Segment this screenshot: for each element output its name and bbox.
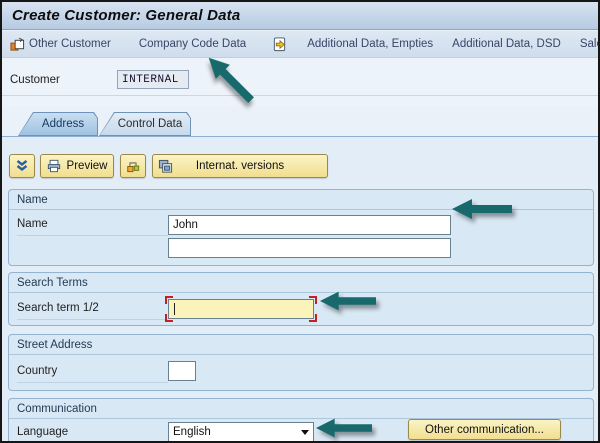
language-label: Language xyxy=(17,426,68,438)
chevron-down-icon xyxy=(301,430,309,435)
customer-header-area: Customer INTERNAL xyxy=(2,58,598,106)
toolbar-item-additional-data-dsd[interactable]: Additional Data, DSD xyxy=(452,38,561,50)
search-term-input[interactable] xyxy=(168,299,314,319)
page-title: Create Customer: General Data xyxy=(12,7,240,24)
name-field-label: Name xyxy=(17,218,48,230)
language-dropdown[interactable]: English xyxy=(168,422,314,442)
toolbar-item-label: Sales xyxy=(580,38,600,50)
section-search-terms: Search Terms Search term 1/2 xyxy=(8,272,594,326)
copy-versions-icon xyxy=(158,159,173,174)
customer-field[interactable]: INTERNAL xyxy=(117,70,189,89)
row-underline xyxy=(17,319,168,320)
focus-bracket xyxy=(309,296,317,304)
row-underline xyxy=(17,235,168,236)
sap-window: Create Customer: General Data Other Cust… xyxy=(0,0,600,443)
tab-control-data[interactable]: Control Data xyxy=(99,112,191,136)
annotation-arrow-language xyxy=(316,417,372,439)
search-term-label: Search term 1/2 xyxy=(17,302,99,314)
toolbar-item-label: Additional Data, DSD xyxy=(452,38,561,50)
preview-button-label: Preview xyxy=(67,160,108,172)
title-bar: Create Customer: General Data xyxy=(2,2,598,30)
section-communication-title: Communication xyxy=(9,399,593,419)
toolbar-item-sales[interactable]: Sales xyxy=(580,38,600,50)
toolbar-item-label: Company Code Data xyxy=(139,38,246,50)
toolbar-item-additional-data-empties[interactable]: Additional Data, Empties xyxy=(307,38,433,50)
name-input[interactable]: John xyxy=(168,215,451,235)
country-input[interactable] xyxy=(168,361,196,381)
section-search-title: Search Terms xyxy=(9,273,593,293)
preview-button[interactable]: Preview xyxy=(40,154,114,178)
name2-input[interactable] xyxy=(168,238,451,258)
language-value: English xyxy=(173,426,211,438)
country-label: Country xyxy=(17,365,57,377)
other-customer-icon xyxy=(10,37,25,52)
toolbar-item-other-customer[interactable]: Other Customer xyxy=(10,37,111,52)
toolbar-item-label: Additional Data, Empties xyxy=(307,38,433,50)
focus-bracket xyxy=(309,314,317,322)
next-screen-icon xyxy=(272,37,287,52)
toolbar-item-label: Other Customer xyxy=(29,38,111,50)
internat-versions-button[interactable]: Internat. versions xyxy=(152,154,328,178)
focus-bracket xyxy=(165,314,173,322)
tab-label: Address xyxy=(18,112,98,136)
text-cursor xyxy=(174,303,175,315)
focus-bracket xyxy=(165,296,173,304)
address-versions-button[interactable] xyxy=(120,154,146,178)
navigation-toolbar: Other Customer Company Code Data Additio… xyxy=(2,31,598,58)
section-street-address: Street Address Country xyxy=(8,334,594,391)
tab-address[interactable]: Address xyxy=(18,112,98,136)
tab-label: Control Data xyxy=(99,112,191,136)
expand-all-icon xyxy=(15,159,29,173)
printer-icon xyxy=(47,159,61,173)
separator-line xyxy=(2,95,598,96)
address-tab-panel: Preview Internat. versions xyxy=(2,136,598,443)
section-communication: Communication Language English Other com… xyxy=(8,398,594,443)
row-underline xyxy=(17,382,168,383)
address-versions-icon xyxy=(126,159,140,173)
toolbar-item-company-code-data[interactable]: Company Code Data xyxy=(139,38,246,50)
toolbar-item-next-screen[interactable] xyxy=(272,37,287,52)
customer-label: Customer xyxy=(10,74,60,86)
internat-versions-label: Internat. versions xyxy=(196,160,284,172)
annotation-arrow-name-input xyxy=(452,198,512,220)
section-street-title: Street Address xyxy=(9,335,593,355)
expand-all-button[interactable] xyxy=(9,154,35,178)
other-communication-button[interactable]: Other communication... xyxy=(408,419,561,440)
annotation-arrow-search-term xyxy=(320,290,376,312)
other-communication-label: Other communication... xyxy=(425,424,544,436)
